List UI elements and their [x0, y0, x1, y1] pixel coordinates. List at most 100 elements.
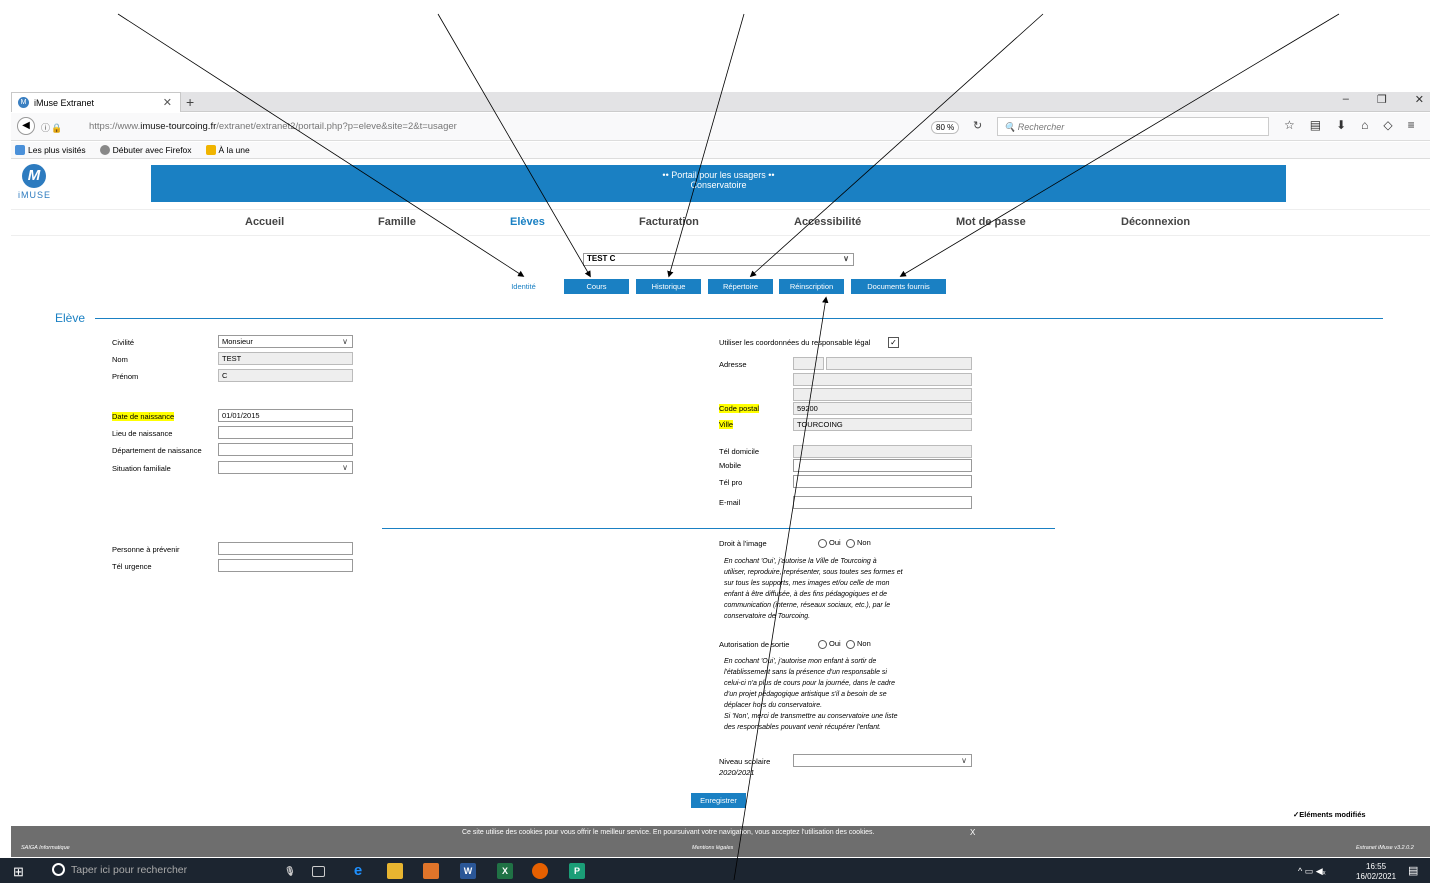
prevenir-field[interactable]	[218, 542, 353, 555]
rss-folder-icon	[205, 145, 216, 155]
tel-pro-field[interactable]	[793, 475, 972, 488]
task-view-icon[interactable]	[312, 866, 325, 877]
notification-icon[interactable]: ▤	[1408, 864, 1418, 877]
close-window-icon[interactable]: ✕	[1415, 93, 1424, 106]
menu-icon[interactable]: ≡	[1408, 118, 1415, 132]
menu-eleves[interactable]: Elèves	[510, 216, 545, 228]
firefox-taskbar-icon[interactable]	[532, 863, 548, 879]
email-label: E-mail	[719, 498, 741, 507]
toolbar-icons: ☆ ▤ ⬇ ⌂ ◇ ≡	[1284, 118, 1415, 132]
sortie-non-radio[interactable]: Non	[846, 639, 871, 649]
chevron-down-icon: ∨	[342, 337, 348, 346]
situation-select[interactable]: ∨	[218, 461, 353, 474]
bookmark-most-visited[interactable]: Les plus visités	[15, 145, 86, 155]
imuse-logo[interactable]: M iMUSE	[18, 164, 62, 204]
browser-tab[interactable]: M iMuse Extranet ✕	[11, 92, 181, 112]
edge-icon[interactable]: e	[350, 863, 366, 879]
droit-non-radio[interactable]: Non	[846, 538, 871, 548]
version-text: Extranet iMuse v3.2.0.2	[1356, 845, 1414, 851]
nom-label: Nom	[112, 355, 128, 364]
use-resp-label: Utiliser les coordonnées du responsable …	[719, 338, 871, 347]
tab-identite[interactable]: Identité	[491, 279, 556, 294]
app-icon[interactable]	[423, 863, 439, 879]
use-resp-checkbox[interactable]: ✓	[888, 337, 899, 348]
reload-icon[interactable]: ↻	[973, 119, 982, 132]
email-field[interactable]	[793, 496, 972, 509]
tel-urgence-label: Tél urgence	[112, 562, 152, 571]
pocket-icon[interactable]: ◇	[1383, 118, 1392, 132]
browser-search-input[interactable]: 🔍 Rechercher	[997, 117, 1269, 136]
home-icon[interactable]: ⌂	[1361, 118, 1368, 132]
menu-mot-de-passe[interactable]: Mot de passe	[956, 216, 1026, 228]
file-explorer-icon[interactable]	[387, 863, 403, 879]
tel-urgence-field[interactable]	[218, 559, 353, 572]
menu-deconnexion[interactable]: Déconnexion	[1121, 216, 1190, 228]
bookmark-firefox[interactable]: Débuter avec Firefox	[99, 145, 192, 155]
menu-facturation[interactable]: Facturation	[639, 216, 699, 228]
niveau-select[interactable]: ∨	[793, 754, 972, 767]
portal-banner: •• Portail pour les usagers •• Conservat…	[151, 165, 1286, 202]
bookmark-icon	[15, 145, 25, 155]
maximize-icon[interactable]: ❐	[1377, 93, 1387, 106]
download-icon[interactable]: ⬇	[1336, 118, 1346, 132]
clock[interactable]: 16:55 16/02/2021	[1356, 862, 1396, 882]
mobile-field[interactable]	[793, 459, 972, 472]
save-button[interactable]: Enregistrer	[691, 793, 746, 808]
word-icon[interactable]: W	[460, 863, 476, 879]
excel-icon[interactable]: X	[497, 863, 513, 879]
ville-field: TOURCOING	[793, 418, 972, 431]
menu-accueil[interactable]: Accueil	[245, 216, 284, 228]
mentions-link[interactable]: Mentions légales	[692, 845, 733, 851]
menu-famille[interactable]: Famille	[378, 216, 416, 228]
company-name: SAIGA Informatique	[21, 845, 70, 851]
star-icon[interactable]: ☆	[1284, 118, 1295, 132]
close-tab-icon[interactable]: ✕	[163, 96, 172, 109]
adresse-line2-field	[793, 373, 972, 386]
civilite-select[interactable]: Monsieur ∨	[218, 335, 353, 348]
student-select[interactable]: TEST C ∨	[583, 253, 854, 266]
window-controls: – ❐ ✕	[1343, 93, 1430, 106]
reading-list-icon[interactable]: ▤	[1310, 118, 1321, 132]
droit-oui-radio[interactable]: Oui	[818, 538, 841, 548]
prenom-label: Prénom	[112, 372, 139, 381]
dob-field[interactable]: 01/01/2015	[218, 409, 353, 422]
niveau-year-label: 2020/2021	[719, 768, 755, 777]
tab-historique[interactable]: Historique	[636, 279, 701, 294]
logo-icon: M	[22, 164, 46, 188]
sortie-oui-radio[interactable]: Oui	[818, 639, 841, 649]
chevron-down-icon: ∨	[961, 756, 967, 765]
lieu-field[interactable]	[218, 426, 353, 439]
publisher-icon[interactable]: P	[569, 863, 585, 879]
minimize-icon[interactable]: –	[1343, 93, 1349, 106]
modified-indicator: ✓Eléments modifiés	[1293, 810, 1366, 819]
droit-image-text: En cochant 'Oui', j'autorise la Ville de…	[724, 558, 903, 620]
tab-documents-fournis[interactable]: Documents fournis	[851, 279, 946, 294]
section-title: Elève	[55, 311, 86, 325]
windows-start-icon[interactable]: ⊞	[13, 864, 24, 880]
tab-cours[interactable]: Cours	[564, 279, 629, 294]
mid-divider	[382, 528, 1055, 529]
tel-dom-label: Tél domicile	[719, 447, 760, 456]
tab-title: iMuse Extranet	[34, 97, 95, 108]
microphone-icon[interactable]: 🎙	[282, 863, 298, 879]
taskbar-search[interactable]: Taper ici pour rechercher	[52, 863, 187, 876]
back-arrow-icon[interactable]: ◀	[17, 117, 35, 135]
tab-reinscription[interactable]: Réinscription	[779, 279, 844, 294]
cookie-close-button[interactable]: X	[970, 828, 975, 837]
ville-label: Ville	[719, 420, 734, 429]
zoom-level[interactable]: 80 %	[931, 121, 960, 134]
system-tray[interactable]: ^ ▭ ◀ₓ	[1298, 866, 1326, 877]
tel-pro-label: Tél pro	[719, 478, 743, 487]
tab-repertoire[interactable]: Répertoire	[708, 279, 773, 294]
droit-image-label: Droit à l'image	[719, 539, 767, 548]
new-tab-icon[interactable]: +	[186, 94, 194, 110]
menu-accessibilite[interactable]: Accessibilité	[794, 216, 861, 228]
radio-icon	[818, 538, 827, 548]
dept-field[interactable]	[218, 443, 353, 456]
mobile-label: Mobile	[719, 461, 742, 470]
url-bar[interactable]: https://www.imuse-tourcoing.fr/extranet/…	[89, 121, 457, 132]
radio-icon	[818, 639, 827, 649]
lieu-label: Lieu de naissance	[112, 429, 173, 438]
bookmark-a-la-une[interactable]: À la une	[205, 145, 250, 155]
site-info-icon[interactable]: ⓘ🔒	[41, 121, 63, 134]
